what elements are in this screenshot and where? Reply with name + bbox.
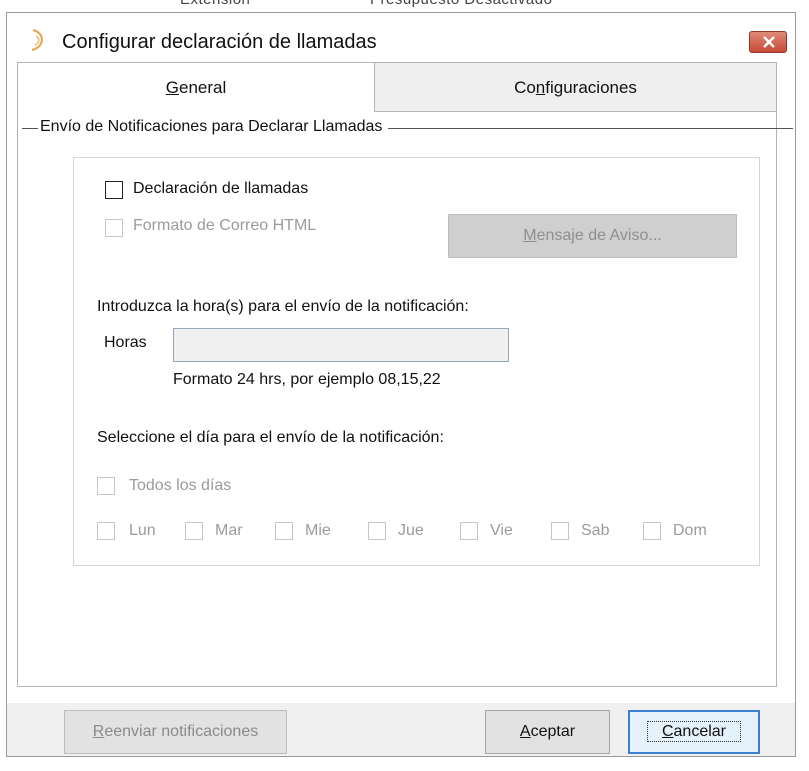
hours-prompt: Introduzca la hora(s) para el envío de l… (97, 298, 469, 315)
todos-los-dias-label: Todos los días (129, 477, 232, 494)
declaracion-checkbox[interactable] (105, 181, 123, 199)
title-bar[interactable]: Configurar declaración de llamadas (7, 13, 795, 65)
todos-los-dias-checkbox[interactable] (97, 477, 115, 495)
close-button[interactable] (749, 31, 787, 53)
background-text-fragment: Extensión (180, 0, 250, 8)
app-logo-icon (31, 28, 43, 52)
day-checkbox-lun[interactable] (97, 522, 115, 540)
background-window-strip: Extensión Presupuesto Desactivado (0, 0, 809, 12)
day-checkbox-vie[interactable] (460, 522, 478, 540)
cancelar-button[interactable]: Cancelar (628, 710, 760, 754)
hours-label: Horas (104, 334, 147, 351)
day-label-jue: Jue (398, 522, 424, 539)
day-checkbox-mie[interactable] (275, 522, 293, 540)
mensaje-aviso-button[interactable]: Mensaje de Aviso... (448, 214, 737, 258)
cancelar-label: Cancelar (646, 721, 742, 742)
tab-general-label: General (165, 78, 227, 97)
day-checkbox-jue[interactable] (368, 522, 386, 540)
tab-configuraciones-label: Configuraciones (514, 78, 637, 97)
aceptar-label: Aceptar (519, 723, 576, 740)
day-label-mar: Mar (215, 522, 243, 539)
day-checkbox-sab[interactable] (551, 522, 569, 540)
mensaje-aviso-label: Mensaje de Aviso... (523, 227, 662, 244)
window-title: Configurar declaración de llamadas (62, 31, 377, 53)
background-text-fragment: Presupuesto Desactivado (370, 0, 552, 8)
day-label-sab: Sab (581, 522, 610, 539)
day-checkbox-mar[interactable] (185, 522, 203, 540)
close-x-icon (763, 36, 775, 48)
day-checkbox-dom[interactable] (643, 522, 661, 540)
formato-html-label: Formato de Correo HTML (133, 217, 317, 234)
days-prompt: Seleccione el día para el envío de la no… (97, 429, 444, 446)
group-title: Envío de Notificaciones para Declarar Ll… (38, 118, 389, 136)
formato-html-checkbox[interactable] (105, 219, 123, 237)
reenviar-button[interactable]: Reenviar notificaciones (64, 710, 287, 754)
day-label-mie: Mie (305, 522, 331, 539)
hours-input[interactable] (173, 328, 509, 362)
day-label-vie: Vie (490, 522, 513, 539)
tab-configuraciones[interactable]: Configuraciones (375, 62, 777, 112)
day-label-dom: Dom (673, 522, 707, 539)
tab-general[interactable]: General (17, 62, 375, 114)
reenviar-label: Reenviar notificaciones (92, 723, 259, 740)
day-label-lun: Lun (129, 522, 156, 539)
declaracion-label: Declaración de llamadas (133, 180, 309, 197)
aceptar-button[interactable]: Aceptar (485, 710, 610, 754)
hours-hint: Formato 24 hrs, por ejemplo 08,15,22 (173, 371, 441, 388)
